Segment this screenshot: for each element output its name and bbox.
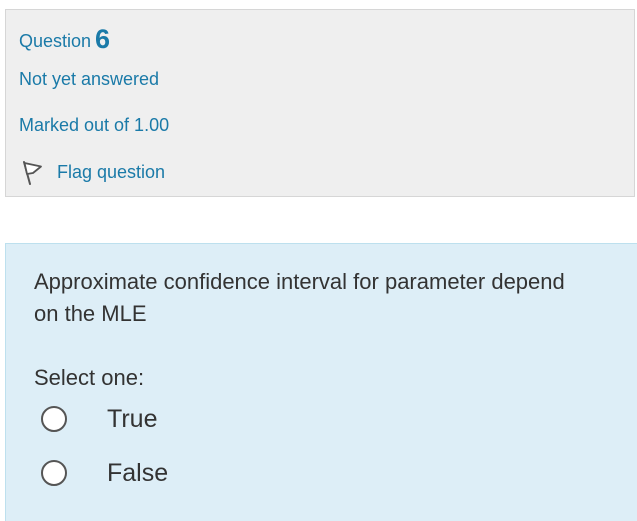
answer-option-true[interactable]: True xyxy=(41,403,157,435)
answer-option-false[interactable]: False xyxy=(41,457,168,489)
answer-label-true: True xyxy=(107,404,158,433)
radio-true[interactable] xyxy=(41,406,67,432)
question-grade: Marked out of 1.00 xyxy=(19,115,170,135)
question-label: Question xyxy=(19,31,92,51)
answer-label-false: False xyxy=(107,458,169,487)
question-content-panel: Approximate confidence interval for para… xyxy=(5,243,637,521)
radio-false[interactable] xyxy=(41,460,67,486)
flag-question-label: Flag question xyxy=(57,161,166,182)
question-state: Not yet answered xyxy=(19,69,160,89)
question-info-panel: Question 6 Not yet answered Marked out of… xyxy=(5,9,635,197)
question-text: Approximate confidence interval for para… xyxy=(34,269,565,326)
answer-prompt: Select one: xyxy=(34,365,145,390)
question-number: 6 xyxy=(95,24,111,54)
question-heading: Question 6 xyxy=(19,24,110,55)
flag-icon xyxy=(19,159,45,185)
flag-question-button[interactable]: Flag question xyxy=(19,159,165,185)
